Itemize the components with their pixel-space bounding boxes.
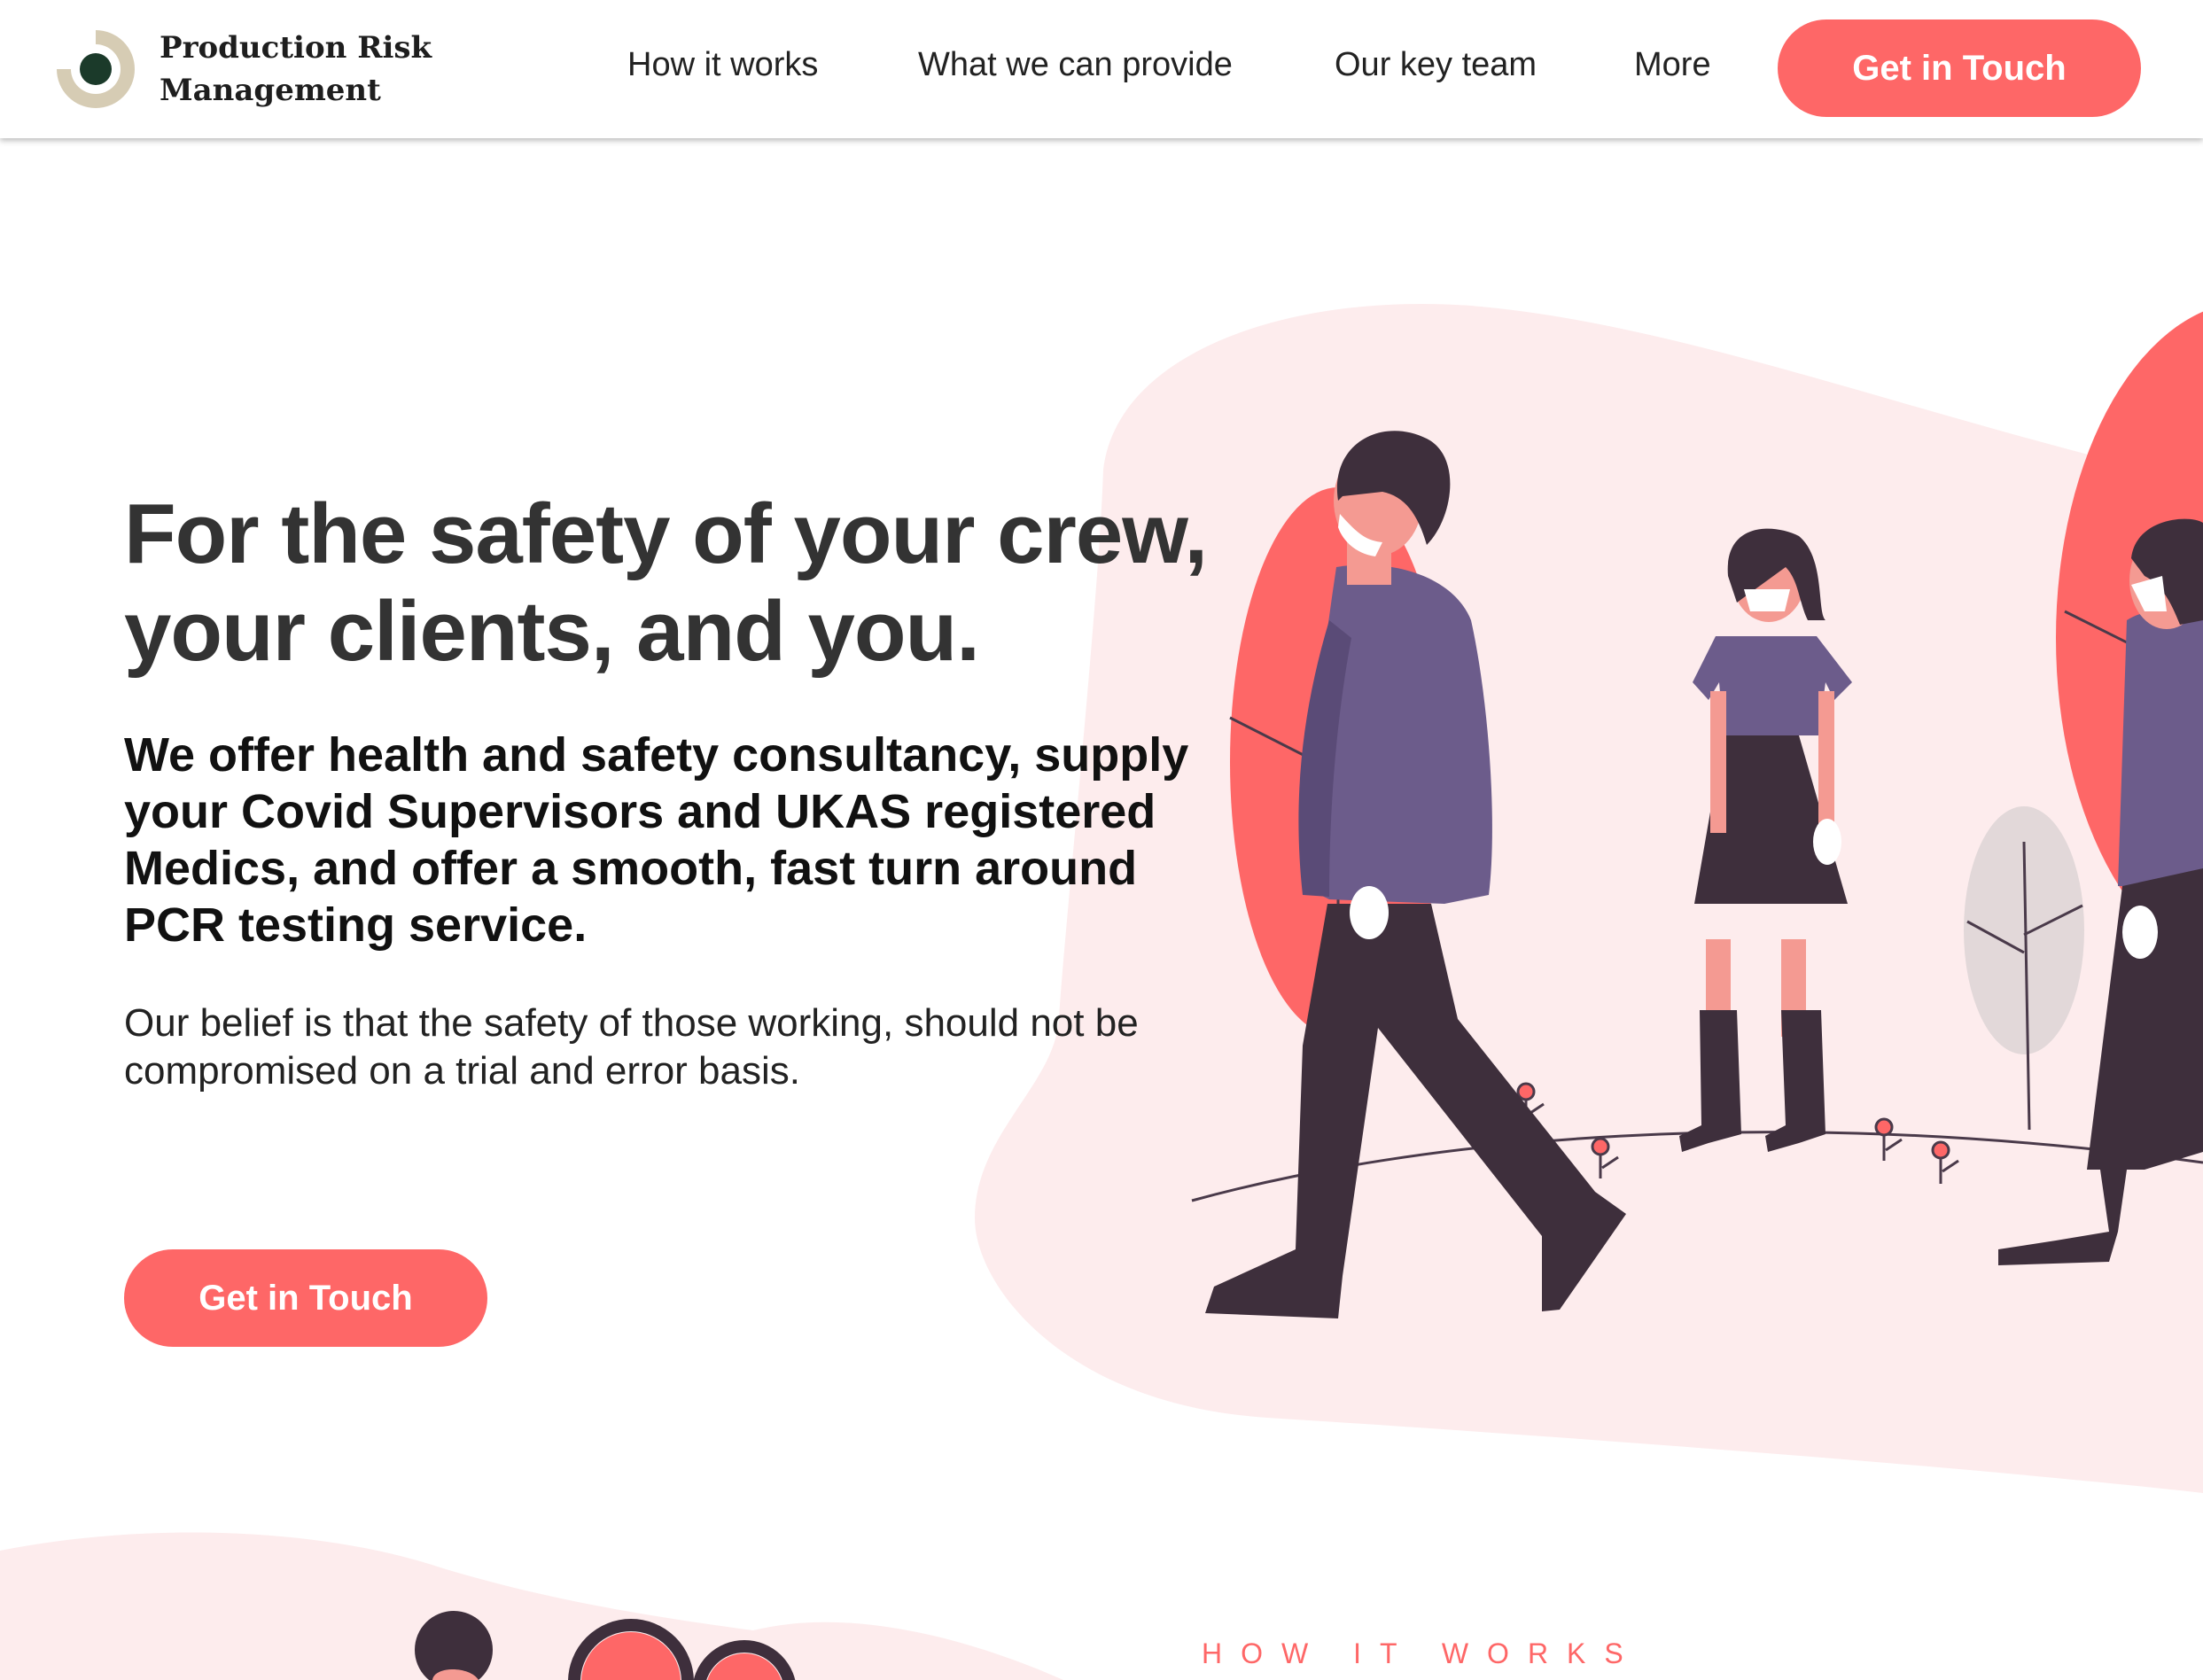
hero-get-in-touch-button[interactable]: Get in Touch	[124, 1249, 487, 1347]
brand-line1: Production Risk	[160, 30, 432, 66]
brand-line2: Management	[160, 73, 381, 108]
hero-headline: For the safety of your crew, your client…	[124, 486, 1241, 681]
hero-headline-line2: your clients, and you.	[124, 584, 980, 679]
logo-icon[interactable]	[51, 25, 140, 113]
nav-what-we-can-provide[interactable]: What we can provide	[918, 46, 1233, 84]
how-it-works-label: HOW IT WORKS	[1202, 1637, 1642, 1669]
nav-how-it-works[interactable]: How it works	[627, 46, 818, 84]
nav-our-key-team[interactable]: Our key team	[1335, 46, 1537, 84]
next-section-blob	[0, 1532, 1063, 1680]
hero-headline-line1: For the safety of your crew,	[124, 486, 1208, 581]
hero-body-text: Our belief is that the safety of those w…	[124, 1001, 1139, 1093]
site-header: Production Risk Management How it works …	[0, 0, 2203, 138]
nav-more[interactable]: More	[1634, 46, 1711, 84]
header-get-in-touch-button[interactable]: Get in Touch	[1778, 19, 2141, 117]
brand-name[interactable]: Production Risk Management	[160, 27, 432, 112]
hero-subheadline: We offer health and safety consultancy, …	[124, 728, 1189, 952]
